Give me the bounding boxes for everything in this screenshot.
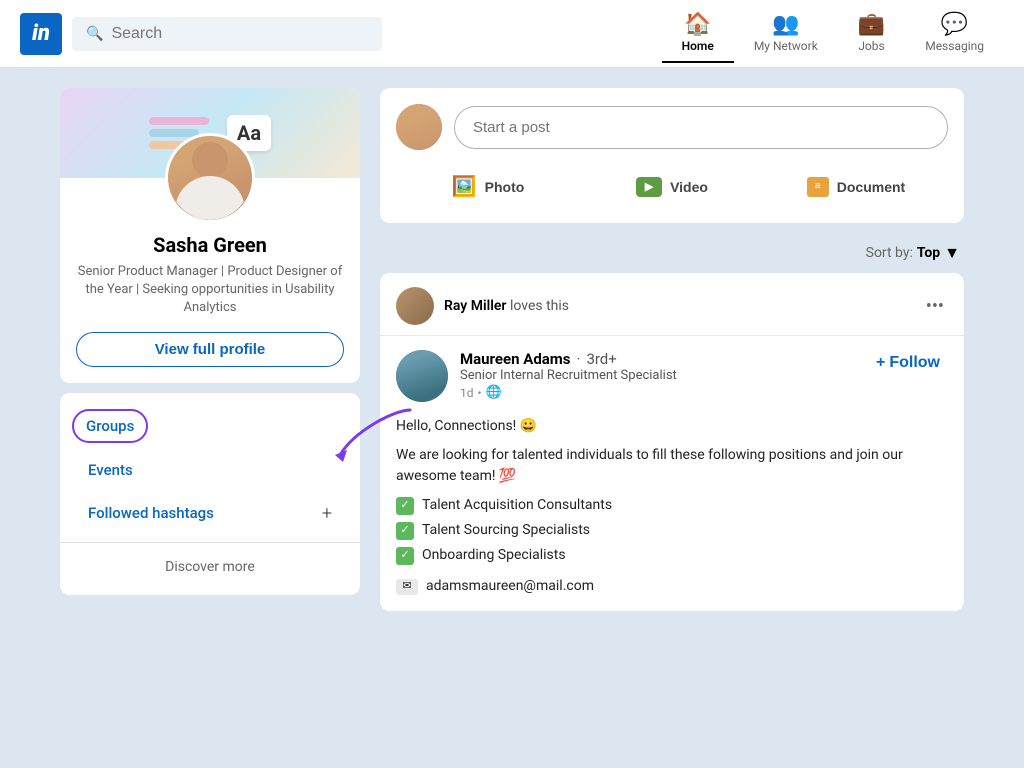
main-nav: 🏠 Home 👥 My Network 💼 Jobs 💬 Messaging xyxy=(662,4,1004,63)
ray-name: Ray Miller xyxy=(444,298,506,314)
list-item-2: Talent Sourcing Specialists xyxy=(422,520,590,541)
nav-label-home: Home xyxy=(682,39,714,53)
sidebar-divider xyxy=(60,542,360,543)
linkedin-logo: in xyxy=(20,13,62,55)
post-body: We are looking for talented individuals … xyxy=(396,445,948,487)
jobs-icon: 💼 xyxy=(858,12,885,37)
nav-item-home[interactable]: 🏠 Home xyxy=(662,4,734,63)
list-item-3: Onboarding Specialists xyxy=(422,545,566,566)
video-button[interactable]: ▶ Video xyxy=(580,166,764,207)
more-options-button[interactable]: ••• xyxy=(922,292,948,321)
post-card-header: Ray Miller loves this ••• xyxy=(380,273,964,336)
photo-button[interactable]: 🖼️ Photo xyxy=(396,166,580,207)
list-item: ✓ Talent Sourcing Specialists xyxy=(396,520,948,541)
search-input[interactable] xyxy=(111,25,368,43)
list-item: ✓ Onboarding Specialists xyxy=(396,545,948,566)
sort-dropdown-icon[interactable]: ▼ xyxy=(944,243,960,263)
sort-current: Top xyxy=(917,245,940,261)
follow-plus-icon: + xyxy=(876,354,885,372)
checkbox-icon-1: ✓ xyxy=(396,497,414,515)
author-degree-text: 3rd+ xyxy=(586,350,616,368)
my-network-icon: 👥 xyxy=(772,12,799,37)
nav-label-my-network: My Network xyxy=(754,39,818,53)
activity-text: Ray Miller loves this xyxy=(444,298,912,314)
avatar xyxy=(165,133,255,223)
checkbox-icon-2: ✓ xyxy=(396,522,414,540)
nav-item-my-network[interactable]: 👥 My Network xyxy=(734,4,838,63)
sort-label: Sort by: xyxy=(866,245,913,261)
email-icon: ✉ xyxy=(396,579,418,595)
left-sidebar: Aa xyxy=(60,88,360,611)
search-bar[interactable]: 🔍 xyxy=(72,17,382,51)
home-icon: 🏠 xyxy=(684,12,711,37)
author-subtitle: Senior Internal Recruitment Specialist xyxy=(460,368,856,383)
start-post-input[interactable] xyxy=(454,106,948,149)
sidebar-item-hashtags[interactable]: Followed hashtags + xyxy=(72,493,348,534)
email-row: ✉ adamsmaureen@mail.com xyxy=(396,576,948,597)
sidebar-nav-card: Groups Events Followed hashtags + Discov… xyxy=(60,393,360,595)
author-meta: 1d • 🌐 xyxy=(460,385,856,400)
author-name-row: Maureen Adams · 3rd+ xyxy=(460,350,856,368)
meta-dot: • xyxy=(478,386,482,400)
globe-icon: 🌐 xyxy=(486,385,502,400)
author-row: Maureen Adams · 3rd+ Senior Internal Rec… xyxy=(396,350,948,402)
post-actions: 🖼️ Photo ▶ Video ≡ Document xyxy=(396,166,948,207)
sidebar-item-events[interactable]: Events xyxy=(72,451,348,489)
feed-area: 🖼️ Photo ▶ Video ≡ Document Sort by: Top… xyxy=(380,88,964,611)
view-profile-button[interactable]: View full profile xyxy=(76,332,344,367)
post-text: Hello, Connections! 😀 We are looking for… xyxy=(396,416,948,597)
list-item-1: Talent Acquisition Consultants xyxy=(422,495,612,516)
author-name: Maureen Adams xyxy=(460,350,571,368)
search-icon: 🔍 xyxy=(86,26,103,42)
nav-item-jobs[interactable]: 💼 Jobs xyxy=(838,4,905,63)
profile-info: Sasha Green Senior Product Manager | Pro… xyxy=(60,233,360,383)
nav-label-messaging: Messaging xyxy=(925,39,984,53)
author-info: Maureen Adams · 3rd+ Senior Internal Rec… xyxy=(460,350,856,400)
post-card: Ray Miller loves this ••• Maureen Adams … xyxy=(380,273,964,611)
header: in 🔍 🏠 Home 👥 My Network 💼 Jobs 💬 Messag… xyxy=(0,0,1024,68)
ray-avatar xyxy=(396,287,434,325)
sidebar-item-groups[interactable]: Groups xyxy=(72,409,148,443)
sort-bar: Sort by: Top ▼ xyxy=(380,233,964,273)
video-icon: ▶ xyxy=(636,177,662,197)
discover-more-button[interactable]: Discover more xyxy=(60,551,360,583)
follow-button[interactable]: + Follow xyxy=(868,350,948,376)
post-card-body: Maureen Adams · 3rd+ Senior Internal Rec… xyxy=(380,336,964,611)
author-avatar xyxy=(396,350,448,402)
list-item: ✓ Talent Acquisition Consultants xyxy=(396,495,948,516)
post-box: 🖼️ Photo ▶ Video ≡ Document xyxy=(380,88,964,223)
nav-item-messaging[interactable]: 💬 Messaging xyxy=(905,4,1004,63)
post-user-avatar xyxy=(396,104,442,150)
profile-name: Sasha Green xyxy=(76,233,344,257)
email-address: adamsmaureen@mail.com xyxy=(426,576,594,597)
document-button[interactable]: ≡ Document xyxy=(764,166,948,207)
post-input-row xyxy=(396,104,948,150)
post-greeting: Hello, Connections! 😀 xyxy=(396,416,948,437)
checkbox-icon-3: ✓ xyxy=(396,547,414,565)
author-degree: · xyxy=(577,350,581,368)
groups-arrow-container: Groups xyxy=(60,405,360,447)
document-icon: ≡ xyxy=(807,177,829,197)
messaging-icon: 💬 xyxy=(941,12,968,37)
profile-title: Senior Product Manager | Product Designe… xyxy=(76,263,344,318)
profile-card: Aa xyxy=(60,88,360,383)
profile-avatar-wrapper xyxy=(60,133,360,223)
post-time: 1d xyxy=(460,386,474,400)
photo-icon: 🖼️ xyxy=(452,174,477,199)
loves-text: loves this xyxy=(510,298,569,314)
main-content: Aa xyxy=(0,68,1024,631)
follow-label: Follow xyxy=(889,354,940,372)
nav-label-jobs: Jobs xyxy=(858,39,884,53)
add-icon: + xyxy=(322,503,332,524)
